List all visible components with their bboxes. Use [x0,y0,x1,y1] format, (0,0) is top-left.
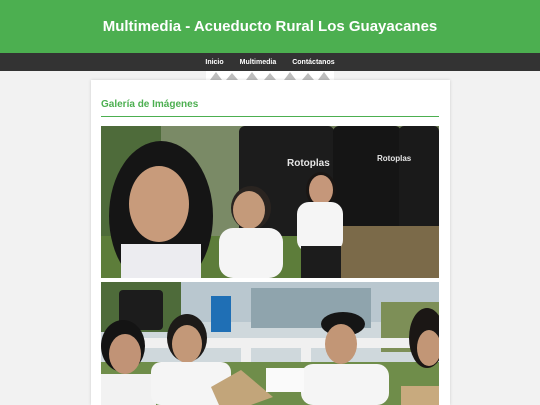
tank-logo-1: Rotoplas [287,158,330,169]
top-nav: Inicio Multimedia Contáctanos [0,53,540,71]
title-divider [101,116,439,117]
nav-link-multimedia[interactable]: Multimedia [240,59,277,66]
page-title: Multimedia - Acueducto Rural Los Guayaca… [102,18,438,35]
gallery-photo-2[interactable] [101,282,439,405]
nav-link-contactanos[interactable]: Contáctanos [292,59,334,66]
site-header: Multimedia - Acueducto Rural Los Guayaca… [0,0,540,53]
site-logo [206,71,334,80]
gallery-title: Galería de Imágenes [101,99,199,110]
gallery-photo-1[interactable]: Rotoplas Rotoplas [101,126,439,278]
gallery-card: Galería de Imágenes Rotoplas Rotoplas [91,80,450,405]
nav-link-inicio[interactable]: Inicio [205,59,223,66]
tank-logo-2: Rotoplas [377,154,412,163]
